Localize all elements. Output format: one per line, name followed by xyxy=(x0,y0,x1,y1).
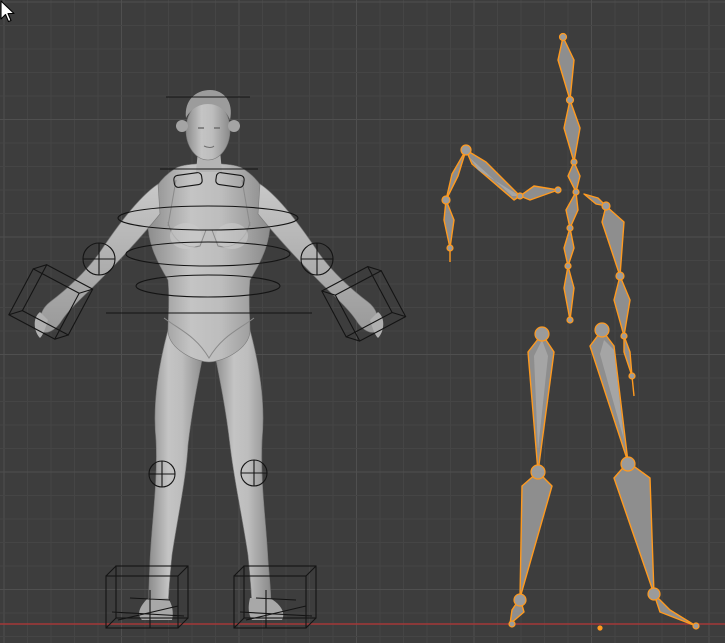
object-origin-icon[interactable] xyxy=(597,625,603,631)
mouse-pointer-icon xyxy=(0,0,15,23)
viewport-canvas[interactable] xyxy=(0,0,725,643)
3d-viewport[interactable] xyxy=(0,0,725,643)
